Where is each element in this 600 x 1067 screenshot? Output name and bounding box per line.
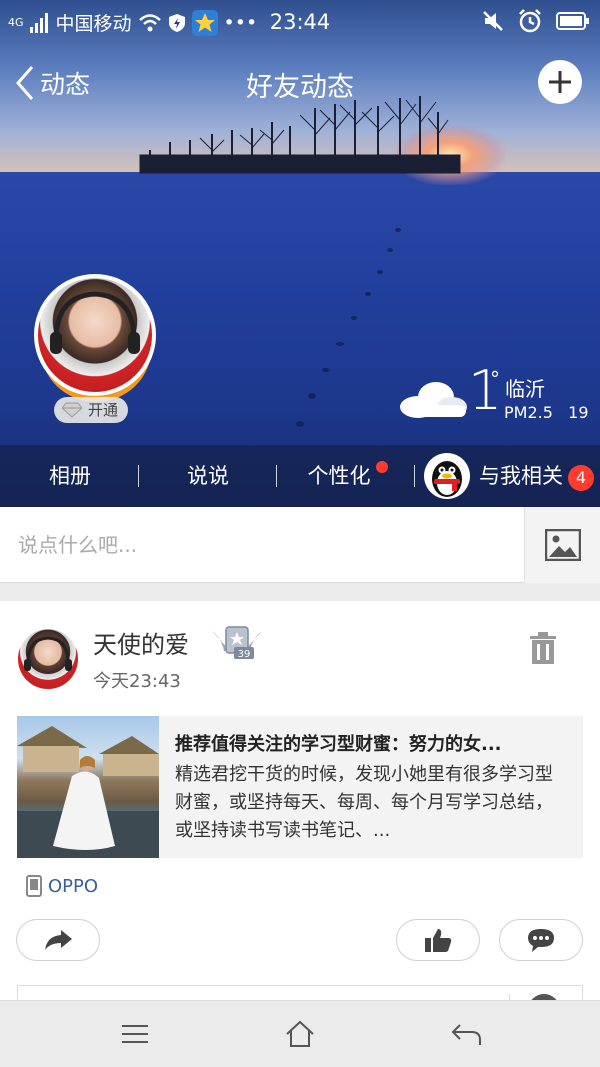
comment-button[interactable] (499, 919, 583, 961)
image-icon (545, 529, 581, 561)
pm-value: 19 (568, 403, 589, 422)
post-author-avatar[interactable] (18, 629, 78, 689)
shared-article[interactable]: 推荐值得关注的学习型财蜜：努力的女... 精选君挖干货的时候，发现小她里有很多学… (17, 716, 583, 858)
article-thumbnail (17, 716, 159, 858)
system-nav-bar (0, 1000, 600, 1067)
comment-bubble-icon (528, 929, 554, 952)
tab-divider (414, 465, 415, 487)
back-arrow-icon[interactable] (450, 1019, 484, 1049)
phone-icon (26, 875, 42, 897)
page-title: 好友动态 (246, 72, 354, 103)
notification-count-badge: 4 (568, 465, 594, 491)
cloud-icon (400, 382, 467, 418)
article-photo (17, 726, 159, 858)
article-title: 推荐值得关注的学习型财蜜：努力的女... (175, 734, 502, 755)
alarm-icon (519, 9, 541, 33)
level-number: 39 (238, 649, 251, 660)
home-icon[interactable] (283, 1019, 317, 1049)
article-summary: 精选君挖干货的时候，发现小她里有很多学习型财蜜，或坚持每天、每周、每个月写学习总… (175, 764, 553, 841)
tab-divider (138, 465, 139, 487)
pm-label: PM2.5 (504, 403, 553, 422)
headphones-icon (50, 291, 140, 354)
tab-divider (276, 465, 277, 487)
tab-shuoshuo[interactable]: 说说 (158, 445, 258, 507)
profile-tabs: 相册 说说 个性化 与我相关 (0, 445, 600, 507)
vip-label: 开通 (88, 401, 119, 419)
pm25: PM2.5 19 (504, 403, 589, 422)
like-button[interactable] (396, 919, 480, 961)
qq-penguin-icon[interactable] (424, 453, 470, 499)
share-button[interactable] (16, 919, 100, 961)
feed-post: 天使的爱 39 今天23:43 推荐值得关注的学习型财蜜：努力的女... 精选君… (0, 601, 600, 1034)
post-time: 今天23:43 (93, 671, 181, 692)
tab-personalize[interactable]: 个性化 (296, 445, 382, 507)
composer-bar: 说点什么吧... (0, 507, 600, 583)
tab-related-to-me[interactable]: 与我相关 (474, 445, 568, 507)
degree-symbol: ° (490, 367, 500, 391)
penguin-icon (432, 461, 462, 497)
status-bar: 4G 中国移动 ••• 23:44 (0, 0, 600, 42)
headphones-icon (24, 636, 72, 671)
device-name: OPPO (48, 875, 99, 897)
mute-icon (483, 11, 503, 31)
post-author-name[interactable]: 天使的爱 (93, 625, 189, 660)
status-input[interactable]: 说点什么吧... (18, 507, 137, 583)
nav-bar: 动态 好友动态 (0, 55, 600, 111)
status-bar-right (482, 9, 590, 33)
vip-open-badge[interactable]: 开通 (54, 397, 129, 423)
add-photo-button[interactable] (524, 507, 600, 583)
weather-widget[interactable]: 1 ° 临沂 PM2.5 19 (398, 359, 598, 425)
trash-icon[interactable] (528, 631, 558, 665)
post-device[interactable]: OPPO (26, 875, 98, 897)
add-button[interactable] (538, 60, 582, 104)
thumbs-up-icon (425, 929, 452, 952)
profile-avatar[interactable] (34, 274, 156, 396)
personalize-red-dot (376, 461, 388, 473)
tab-album[interactable]: 相册 (20, 445, 120, 507)
city-name: 临沂 (505, 377, 545, 401)
diamond-icon (62, 402, 82, 418)
menu-icon[interactable] (118, 1019, 152, 1049)
battery-icon (556, 12, 589, 30)
level-badge-icon: 39 (212, 626, 262, 660)
share-arrow-icon (45, 930, 72, 950)
